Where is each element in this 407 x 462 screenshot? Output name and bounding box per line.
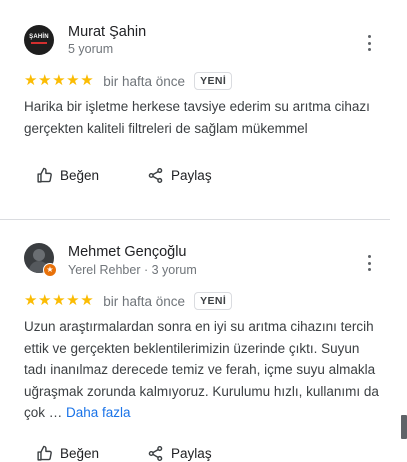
- review-text: Uzun araştırmalardan sonra en iyi su arı…: [24, 316, 379, 424]
- review-actions: Beğen Paylaş: [24, 167, 248, 184]
- thumb-up-icon: [37, 445, 52, 461]
- avatar[interactable]: ŞAHİN: [24, 25, 54, 55]
- star-rating: ★★★★★: [24, 292, 95, 309]
- like-label: Beğen: [60, 446, 100, 461]
- thumb-up-icon: [37, 167, 52, 183]
- new-badge: YENİ: [194, 72, 233, 90]
- reviewer-name[interactable]: Murat Şahin: [68, 24, 146, 40]
- review-actions: Beğen Paylaş: [24, 445, 248, 462]
- avatar-logo-bar: [31, 42, 47, 44]
- star-rating: ★★★★★: [24, 72, 95, 89]
- like-button[interactable]: Beğen: [24, 167, 99, 184]
- scrollbar-thumb[interactable]: [401, 415, 407, 439]
- rating-row: ★★★★★ bir hafta önce YENİ: [24, 292, 233, 310]
- like-label: Beğen: [60, 168, 100, 183]
- local-guide-star-icon: ★: [43, 263, 57, 277]
- rating-row: ★★★★★ bir hafta önce YENİ: [24, 72, 233, 90]
- reviewer-meta: Yerel Rehber · 3 yorum: [68, 263, 197, 277]
- read-more-link[interactable]: Daha fazla: [66, 405, 131, 420]
- review-text: Harika bir işletme herkese tavsiye ederi…: [24, 99, 370, 136]
- review-divider: [0, 219, 390, 220]
- reviewer-meta: 5 yorum: [68, 42, 114, 56]
- share-label: Paylaş: [171, 446, 212, 461]
- like-button[interactable]: Beğen: [24, 445, 99, 462]
- new-badge: YENİ: [194, 292, 233, 310]
- review-date: bir hafta önce: [103, 293, 186, 309]
- share-icon: [148, 445, 163, 462]
- more-vert-icon[interactable]: [362, 255, 376, 271]
- share-button[interactable]: Paylaş: [135, 445, 212, 462]
- avatar-head: [33, 249, 45, 261]
- share-button[interactable]: Paylaş: [135, 167, 212, 184]
- share-icon: [148, 167, 163, 184]
- more-vert-icon[interactable]: [362, 35, 376, 51]
- share-label: Paylaş: [171, 168, 212, 183]
- review-date: bir hafta önce: [103, 73, 186, 89]
- avatar-logo-text: ŞAHİN: [29, 34, 49, 40]
- reviewer-name[interactable]: Mehmet Gençoğlu: [68, 244, 186, 260]
